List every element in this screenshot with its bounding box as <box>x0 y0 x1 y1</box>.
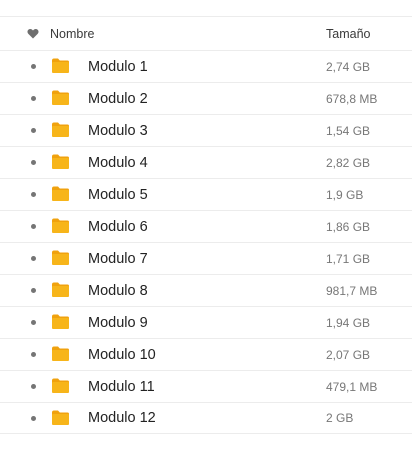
file-size: 1,86 GB <box>326 219 371 234</box>
favorite-bullet[interactable] <box>31 192 36 197</box>
table-header: Nombre Tamaño <box>0 16 412 50</box>
table-row[interactable]: Modulo 5 1,9 GB <box>0 178 412 210</box>
table-row[interactable]: Modulo 10 2,07 GB <box>0 338 412 370</box>
file-size: 2,74 GB <box>326 59 371 74</box>
favorite-bullet[interactable] <box>31 64 36 69</box>
file-name[interactable]: Modulo 12 <box>88 410 156 426</box>
favorite-bullet[interactable] <box>31 224 36 229</box>
table-row[interactable]: Modulo 8 981,7 MB <box>0 274 412 306</box>
favorite-bullet[interactable] <box>31 288 36 293</box>
folder-icon <box>52 186 69 201</box>
file-size: 678,8 MB <box>326 91 378 106</box>
folder-icon <box>52 218 69 233</box>
file-size: 2 GB <box>326 411 354 425</box>
file-name[interactable]: Modulo 9 <box>88 315 148 331</box>
table-row[interactable]: Modulo 9 1,94 GB <box>0 306 412 338</box>
file-size: 479,1 MB <box>326 379 378 394</box>
table-row[interactable]: Modulo 4 2,82 GB <box>0 146 412 178</box>
favorite-bullet[interactable] <box>31 160 36 165</box>
table-row[interactable]: Modulo 11 479,1 MB <box>0 370 412 402</box>
file-name[interactable]: Modulo 8 <box>88 283 148 299</box>
file-name[interactable]: Modulo 6 <box>88 219 148 235</box>
favorite-bullet[interactable] <box>31 96 36 101</box>
file-name[interactable]: Modulo 4 <box>88 155 148 171</box>
favorite-bullet[interactable] <box>31 384 36 389</box>
folder-icon <box>52 250 69 265</box>
file-size: 2,07 GB <box>326 347 371 362</box>
column-header-name[interactable]: Nombre <box>50 27 94 41</box>
file-name[interactable]: Modulo 5 <box>88 187 148 203</box>
file-list: Modulo 1 2,74 GB Modulo 2 678,8 MB Modulo 3 1… <box>0 50 412 434</box>
file-size: 1,94 GB <box>326 315 371 330</box>
favorite-bullet[interactable] <box>31 416 36 421</box>
folder-icon <box>52 122 69 137</box>
folder-icon <box>52 154 69 169</box>
folder-icon <box>52 90 69 105</box>
file-size: 2,82 GB <box>326 155 371 170</box>
table-row[interactable]: Modulo 2 678,8 MB <box>0 82 412 114</box>
favorite-bullet[interactable] <box>31 256 36 261</box>
table-row[interactable]: Modulo 7 1,71 GB <box>0 242 412 274</box>
folder-icon <box>52 378 69 393</box>
table-row[interactable]: Modulo 1 2,74 GB <box>0 50 412 82</box>
file-size: 981,7 MB <box>326 283 378 298</box>
favorite-bullet[interactable] <box>31 352 36 357</box>
file-name[interactable]: Modulo 1 <box>88 59 148 75</box>
file-name[interactable]: Modulo 3 <box>88 123 148 139</box>
folder-icon <box>52 58 69 73</box>
folder-icon <box>52 346 69 361</box>
folder-icon <box>52 282 69 297</box>
file-name[interactable]: Modulo 2 <box>88 91 148 107</box>
table-row[interactable]: Modulo 3 1,54 GB <box>0 114 412 146</box>
file-size: 1,71 GB <box>326 251 371 266</box>
heart-icon[interactable] <box>27 28 39 39</box>
table-row[interactable]: Modulo 6 1,86 GB <box>0 210 412 242</box>
folder-icon <box>52 410 69 425</box>
file-size: 1,9 GB <box>326 187 364 202</box>
favorite-bullet[interactable] <box>31 320 36 325</box>
column-header-size[interactable]: Tamaño <box>326 27 370 41</box>
file-name[interactable]: Modulo 7 <box>88 251 148 267</box>
file-size: 1,54 GB <box>326 123 371 138</box>
favorite-bullet[interactable] <box>31 128 36 133</box>
folder-icon <box>52 314 69 329</box>
file-name[interactable]: Modulo 11 <box>88 379 155 395</box>
file-name[interactable]: Modulo 10 <box>88 347 156 363</box>
table-row[interactable]: Modulo 12 2 GB <box>0 402 412 434</box>
file-table: Nombre Tamaño Modulo 1 2,74 GB Modulo 2 678… <box>0 16 412 434</box>
